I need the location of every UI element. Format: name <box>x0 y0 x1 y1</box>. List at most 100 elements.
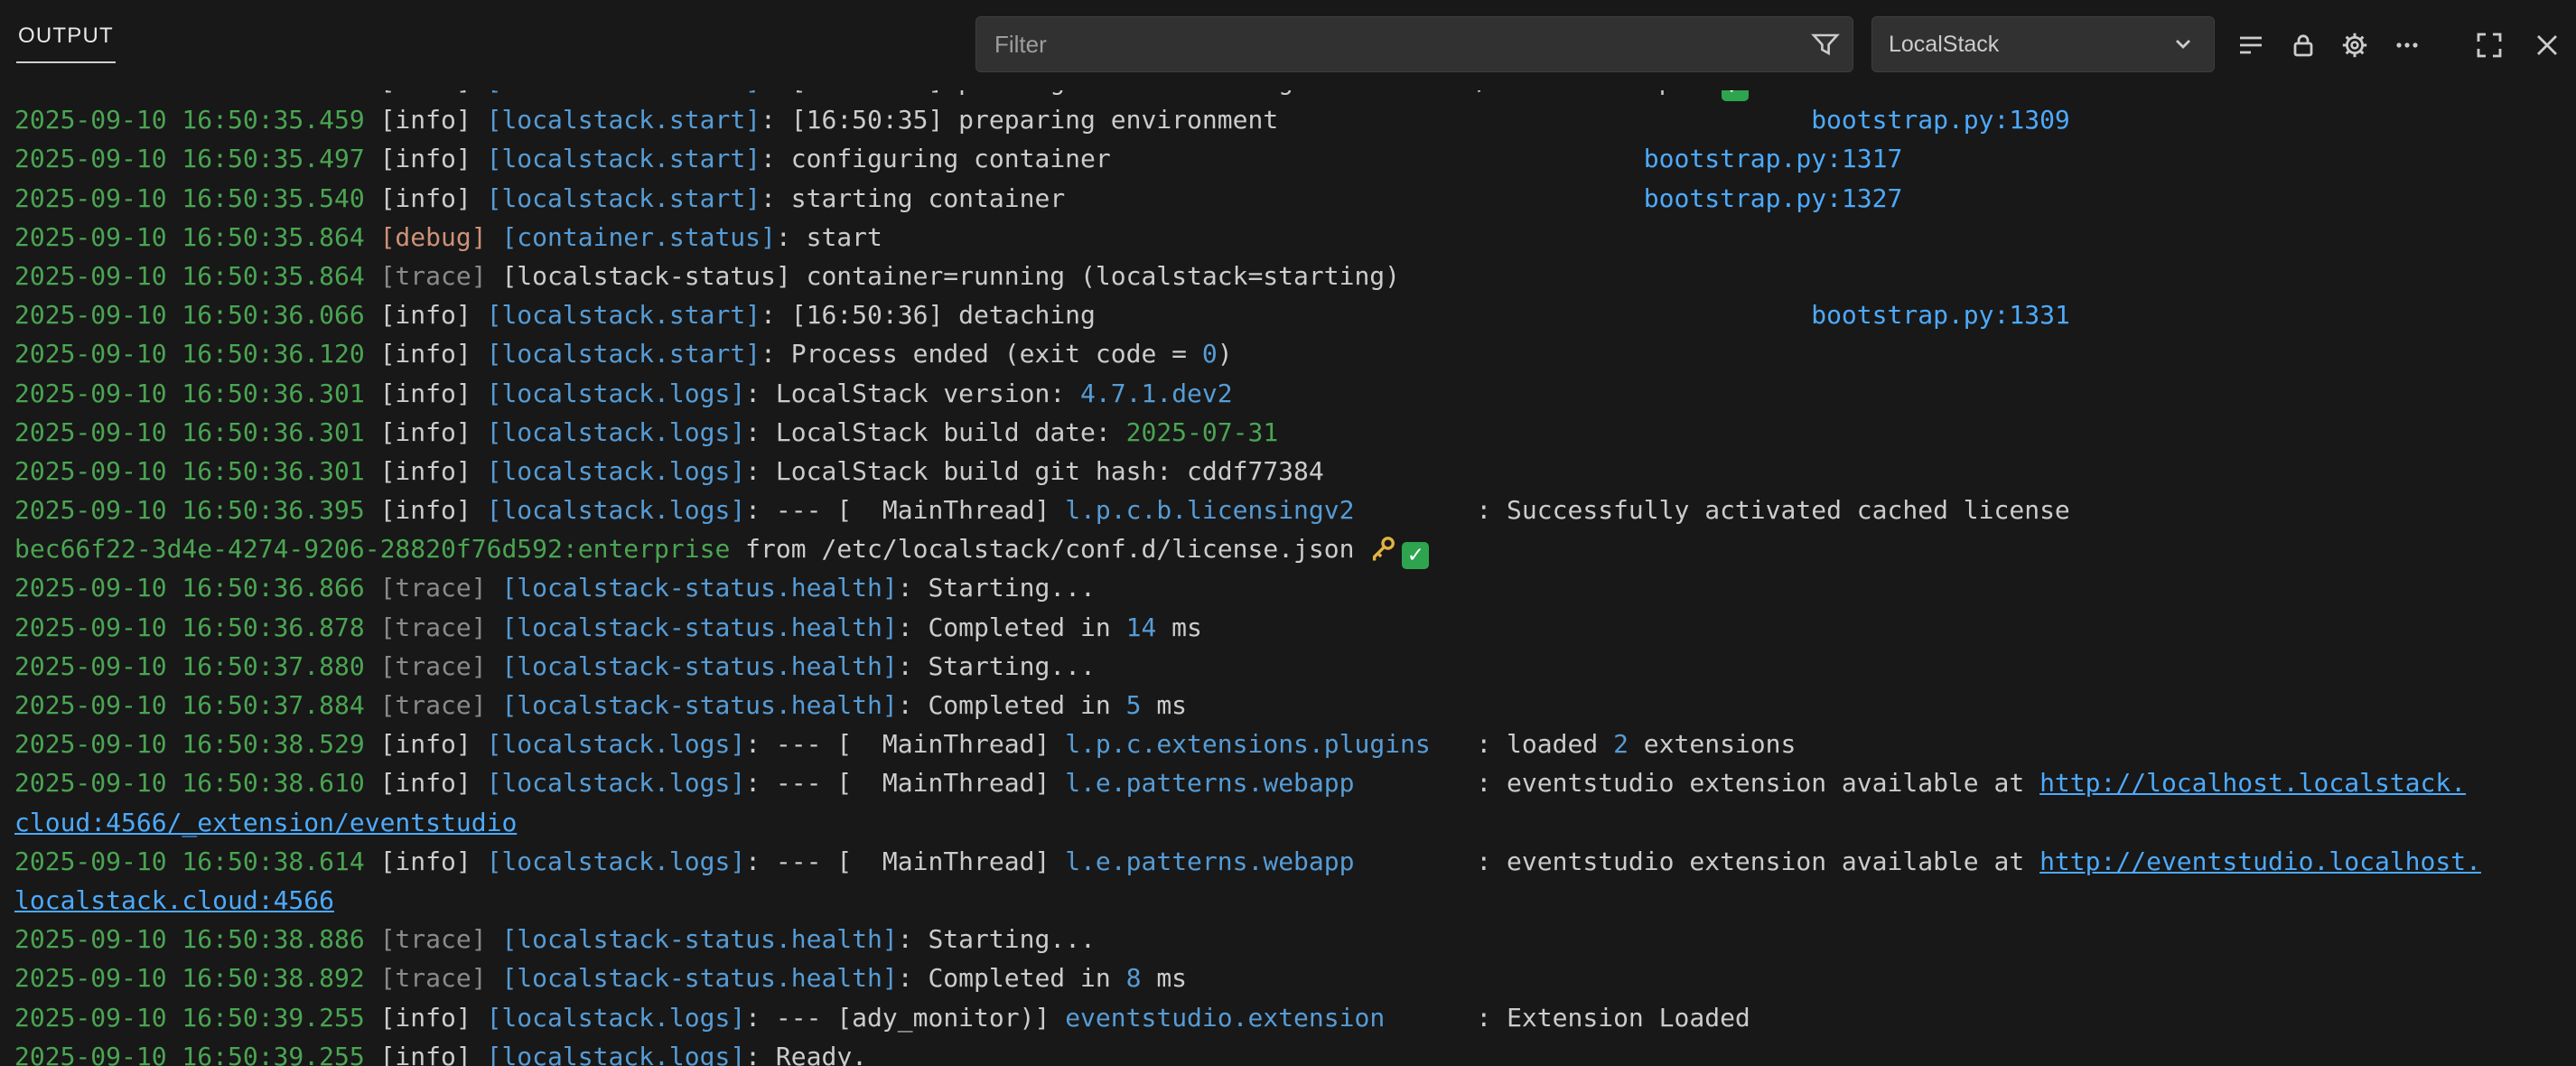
maximize-panel-icon[interactable] <box>2469 25 2509 65</box>
log-text: [localstack.logs] <box>487 846 746 876</box>
log-text: 2025-09-10 16:50:37.880 <box>14 651 380 681</box>
log-text: 2025-09-10 16:50:35.497 <box>14 144 380 173</box>
log-text: : configuring container <box>761 144 1111 173</box>
log-text: [trace] <box>380 651 502 681</box>
log-text: : Completed in <box>898 612 1126 642</box>
filter-icon[interactable] <box>1811 30 1840 59</box>
log-url-link[interactable]: http://localhost.localstack. <box>2039 768 2466 798</box>
log-text: [localstack.start] <box>487 300 761 330</box>
log-url-link[interactable]: localstack.cloud:4566 <box>14 885 334 915</box>
log-line: 2025-09-10 16:50:35.864 [debug] [contain… <box>14 218 2576 257</box>
log-line: 2025-09-10 16:50:39.255 [info] [localsta… <box>14 1037 2576 1066</box>
close-panel-icon[interactable] <box>2527 25 2567 65</box>
filter-input[interactable] <box>976 31 1811 59</box>
panel-title-label: OUTPUT <box>18 23 114 48</box>
log-text: [trace] <box>380 261 502 291</box>
log-line: 2025-09-10 16:50:36.120 [info] [localsta… <box>14 334 2576 373</box>
log-line: 2025-09-10 16:50:39.255 [info] [localsta… <box>14 998 2576 1037</box>
log-text <box>1065 183 1644 213</box>
log-text: [trace] <box>380 690 502 720</box>
log-text: [localstack.start] <box>487 339 761 369</box>
log-text: ms <box>1141 963 1187 993</box>
log-text: [localstack.start] <box>487 144 761 173</box>
log-url-link[interactable]: cloud:4566/_extension/eventstudio <box>14 808 517 837</box>
log-text: 4.7.1.dev2 <box>1080 379 1233 408</box>
log-text: : --- [ MainThread] <box>745 846 1065 876</box>
log-lines: 2025-09-10 16:50:35.412 [info] [localsta… <box>0 61 2576 1066</box>
log-text: 2025-09-10 16:50:36.301 <box>14 417 380 447</box>
log-text: l.e.patterns.webapp <box>1065 846 1354 876</box>
log-text: eventstudio.extension <box>1065 1003 1385 1033</box>
log-text: [localstack.start] <box>487 105 761 135</box>
log-line: 2025-09-10 16:50:38.892 [trace] [localst… <box>14 958 2576 997</box>
log-text: [info] <box>380 1003 487 1033</box>
log-line: 2025-09-10 16:50:35.459 [info] [localsta… <box>14 100 2576 139</box>
log-text: [localstack-status.health] <box>501 963 897 993</box>
log-text: bec66f22-3d4e-4274-9206-28820f76d592:ent… <box>14 534 730 564</box>
log-text: [localstack-status] container=running (l… <box>501 261 1400 291</box>
log-text: : loaded <box>1431 729 1613 759</box>
log-text: 0 <box>1202 339 1218 369</box>
log-text: 2025-09-10 16:50:36.301 <box>14 379 380 408</box>
log-text: [localstack-status.health] <box>501 690 897 720</box>
log-text: [info] <box>380 339 487 369</box>
log-text: [trace] <box>380 573 502 603</box>
source-location-link[interactable]: bootstrap.py:1317 <box>1644 144 1903 173</box>
settings-gear-icon[interactable] <box>2335 25 2375 65</box>
log-text: : LocalStack version: <box>745 379 1080 408</box>
log-text: 2025-09-10 16:50:39.255 <box>14 1003 380 1033</box>
log-text: : LocalStack build git hash: cddf77384 <box>745 456 1324 486</box>
log-text: 8 <box>1126 963 1142 993</box>
log-text: [localstack-status.health] <box>501 924 897 954</box>
log-text: [localstack.logs] <box>487 768 746 798</box>
log-text: : Extension Loaded <box>1385 1003 1750 1033</box>
word-wrap-icon[interactable] <box>2231 25 2271 65</box>
channel-dropdown[interactable]: LocalStack <box>1871 16 2215 72</box>
source-location-link[interactable]: bootstrap.py:1309 <box>1811 105 2070 135</box>
log-text: [trace] <box>380 612 502 642</box>
log-text: : --- [ MainThread] <box>745 729 1065 759</box>
log-text: : --- [ady_monitor)] <box>745 1003 1065 1033</box>
log-line: localstack.cloud:4566 <box>14 881 2576 920</box>
log-line: 2025-09-10 16:50:38.886 [trace] [localst… <box>14 920 2576 958</box>
log-text: [container.status] <box>501 222 775 252</box>
log-url-link[interactable]: http://eventstudio.localhost. <box>2039 846 2481 876</box>
log-text: 2025-09-10 16:50:35.864 <box>14 261 380 291</box>
log-line: 2025-09-10 16:50:35.540 [info] [localsta… <box>14 179 2576 218</box>
log-text: ms <box>1141 690 1187 720</box>
log-line: 2025-09-10 16:50:36.866 [trace] [localst… <box>14 568 2576 607</box>
log-text: [localstack-status.health] <box>501 651 897 681</box>
log-line: 2025-09-10 16:50:36.301 [info] [localsta… <box>14 452 2576 491</box>
log-line: 2025-09-10 16:50:38.529 [info] [localsta… <box>14 725 2576 763</box>
more-actions-icon[interactable] <box>2387 25 2427 65</box>
log-text: 2025-09-10 16:50:39.255 <box>14 1042 380 1066</box>
log-text: 2025-09-10 16:50:38.614 <box>14 846 380 876</box>
chevron-down-icon <box>2169 30 2198 59</box>
log-text: [trace] <box>380 924 502 954</box>
log-text: : Ready. <box>745 1042 867 1066</box>
log-text: [info] <box>380 1042 487 1066</box>
log-text: 2025-09-10 16:50:36.395 <box>14 495 380 525</box>
log-text: 2025-09-10 16:50:38.529 <box>14 729 380 759</box>
log-text: from /etc/localstack/conf.d/license.json <box>730 534 1369 564</box>
log-text: [info] <box>380 729 487 759</box>
log-line: 2025-09-10 16:50:38.610 [info] [localsta… <box>14 763 2576 802</box>
log-text <box>1096 300 1811 330</box>
source-location-link[interactable]: bootstrap.py:1327 <box>1644 183 1903 213</box>
log-text: : Process ended (exit code = <box>761 339 1202 369</box>
log-line: bec66f22-3d4e-4274-9206-28820f76d592:ent… <box>14 529 2576 568</box>
log-text: : --- [ MainThread] <box>745 768 1065 798</box>
log-text: : Successfully activated cached license <box>1354 495 2069 525</box>
lock-scroll-icon[interactable] <box>2283 25 2323 65</box>
source-location-link[interactable]: bootstrap.py:1331 <box>1811 300 2070 330</box>
tab-output[interactable]: OUTPUT <box>16 23 116 63</box>
key-emoji-icon <box>1369 535 1396 562</box>
log-line: 2025-09-10 16:50:35.864 [trace] [localst… <box>14 257 2576 295</box>
log-line: cloud:4566/_extension/eventstudio <box>14 803 2576 842</box>
log-text: l.e.patterns.webapp <box>1065 768 1354 798</box>
log-text: ) <box>1218 339 1233 369</box>
channel-dropdown-value: LocalStack <box>1889 32 1999 58</box>
log-text: : Completed in <box>898 963 1126 993</box>
log-text: 14 <box>1126 612 1157 642</box>
log-line: 2025-09-10 16:50:36.301 [info] [localsta… <box>14 413 2576 452</box>
